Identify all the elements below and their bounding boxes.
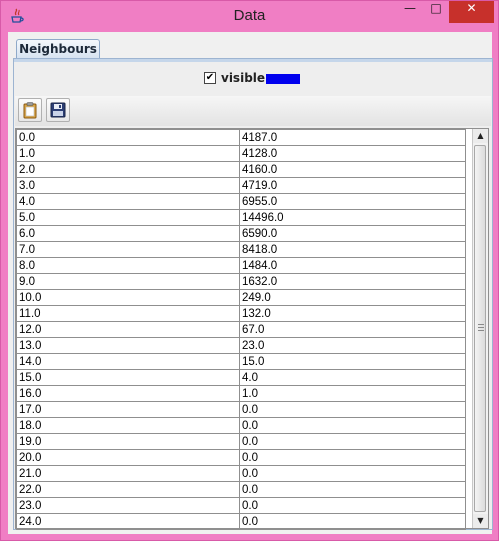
index-cell[interactable]: 7.0 [16, 241, 240, 258]
scroll-up-arrow[interactable]: ▲ [473, 129, 488, 143]
index-cell[interactable]: 0.0 [16, 129, 240, 146]
index-cell[interactable]: 21.0 [16, 465, 240, 482]
table-row[interactable]: 10.0 249.0 [16, 289, 466, 306]
value-cell[interactable]: 0.0 [239, 433, 466, 450]
maximize-button[interactable]: □ [423, 1, 449, 23]
table-row[interactable]: 0.0 4187.0 [16, 129, 466, 146]
clipboard-icon [23, 102, 37, 119]
table-row[interactable]: 15.0 4.0 [16, 369, 466, 386]
table-row[interactable]: 18.0 0.0 [16, 417, 466, 434]
value-cell[interactable]: 23.0 [239, 337, 466, 354]
neighbours-panel: ✔ visible 0.0 4187.0 1.0 4128.0 2.0 4160… [13, 58, 493, 530]
index-cell[interactable]: 4.0 [16, 193, 240, 210]
value-cell[interactable]: 14496.0 [239, 209, 466, 226]
value-cell[interactable]: 4.0 [239, 369, 466, 386]
index-cell[interactable]: 15.0 [16, 369, 240, 386]
save-button[interactable] [46, 98, 70, 122]
value-cell[interactable]: 1632.0 [239, 273, 466, 290]
value-cell[interactable]: 15.0 [239, 353, 466, 370]
table-row[interactable]: 9.0 1632.0 [16, 273, 466, 290]
value-cell[interactable]: 132.0 [239, 305, 466, 322]
scroll-thumb[interactable] [474, 145, 486, 512]
index-cell[interactable]: 20.0 [16, 449, 240, 466]
table-row[interactable]: 13.0 23.0 [16, 337, 466, 354]
value-cell[interactable]: 67.0 [239, 321, 466, 338]
table-row[interactable]: 17.0 0.0 [16, 401, 466, 418]
table-row[interactable]: 5.0 14496.0 [16, 209, 466, 226]
value-cell[interactable]: 0.0 [239, 497, 466, 514]
index-cell[interactable]: 17.0 [16, 401, 240, 418]
table-row[interactable]: 4.0 6955.0 [16, 193, 466, 210]
scroll-grip-icon [478, 324, 484, 331]
value-cell[interactable]: 6955.0 [239, 193, 466, 210]
index-cell[interactable]: 12.0 [16, 321, 240, 338]
table-row[interactable]: 7.0 8418.0 [16, 241, 466, 258]
index-cell[interactable]: 9.0 [16, 273, 240, 290]
index-cell[interactable]: 6.0 [16, 225, 240, 242]
value-cell[interactable]: 0.0 [239, 401, 466, 418]
table-row[interactable]: 12.0 67.0 [16, 321, 466, 338]
index-cell[interactable]: 3.0 [16, 177, 240, 194]
table-row[interactable]: 11.0 132.0 [16, 305, 466, 322]
index-cell[interactable]: 13.0 [16, 337, 240, 354]
paste-button[interactable] [18, 98, 42, 122]
minimize-button[interactable]: — [397, 1, 423, 23]
color-swatch[interactable] [266, 74, 300, 84]
close-button[interactable]: ✕ [449, 1, 494, 23]
value-cell[interactable]: 4187.0 [239, 129, 466, 146]
index-cell[interactable]: 10.0 [16, 289, 240, 306]
index-cell[interactable]: 16.0 [16, 385, 240, 402]
index-cell[interactable]: 11.0 [16, 305, 240, 322]
table-row[interactable]: 23.0 0.0 [16, 497, 466, 514]
index-cell[interactable]: 8.0 [16, 257, 240, 274]
value-cell[interactable]: 1484.0 [239, 257, 466, 274]
index-cell[interactable]: 24.0 [16, 513, 240, 530]
index-cell[interactable]: 5.0 [16, 209, 240, 226]
table-row[interactable]: 8.0 1484.0 [16, 257, 466, 274]
table-row[interactable]: 20.0 0.0 [16, 449, 466, 466]
table-row[interactable]: 19.0 0.0 [16, 433, 466, 450]
data-window: Data — □ ✕ Neighbours ✔ visible 0.0 4187… [0, 0, 499, 541]
vertical-scrollbar[interactable]: ▲ ▼ [472, 129, 488, 528]
value-cell[interactable]: 8418.0 [239, 241, 466, 258]
scroll-down-arrow[interactable]: ▼ [473, 514, 488, 528]
window-content: Neighbours ✔ visible 0.0 4187.0 1.0 4128… [8, 32, 493, 534]
table-row[interactable]: 3.0 4719.0 [16, 177, 466, 194]
value-cell[interactable]: 0.0 [239, 417, 466, 434]
title-bar[interactable]: Data — □ ✕ [1, 1, 498, 32]
table-row[interactable]: 24.0 0.0 [16, 513, 466, 530]
value-cell[interactable]: 4128.0 [239, 145, 466, 162]
index-cell[interactable]: 22.0 [16, 481, 240, 498]
tab-neighbours[interactable]: Neighbours [16, 39, 100, 58]
index-cell[interactable]: 1.0 [16, 145, 240, 162]
value-cell[interactable]: 4160.0 [239, 161, 466, 178]
table-row[interactable]: 22.0 0.0 [16, 481, 466, 498]
table-row[interactable]: 14.0 15.0 [16, 353, 466, 370]
index-cell[interactable]: 18.0 [16, 417, 240, 434]
table-row[interactable]: 6.0 6590.0 [16, 225, 466, 242]
value-cell[interactable]: 4719.0 [239, 177, 466, 194]
index-cell[interactable]: 19.0 [16, 433, 240, 450]
index-cell[interactable]: 23.0 [16, 497, 240, 514]
visible-label[interactable]: visible [221, 71, 265, 85]
value-cell[interactable]: 249.0 [239, 289, 466, 306]
value-cell[interactable]: 0.0 [239, 481, 466, 498]
table-row[interactable]: 16.0 1.0 [16, 385, 466, 402]
value-cell[interactable]: 6590.0 [239, 225, 466, 242]
data-table: 0.0 4187.0 1.0 4128.0 2.0 4160.0 3.0 4719.0 4.0 6… [16, 129, 466, 530]
data-table-container: 0.0 4187.0 1.0 4128.0 2.0 4160.0 3.0 4719.0 4.0 6… [15, 128, 489, 530]
value-cell[interactable]: 0.0 [239, 513, 466, 530]
toolbar [15, 96, 491, 126]
table-row[interactable]: 2.0 4160.0 [16, 161, 466, 178]
index-cell[interactable]: 2.0 [16, 161, 240, 178]
value-cell[interactable]: 1.0 [239, 385, 466, 402]
index-cell[interactable]: 14.0 [16, 353, 240, 370]
table-row[interactable]: 21.0 0.0 [16, 465, 466, 482]
save-disk-icon [50, 102, 66, 118]
visible-checkbox[interactable]: ✔ [204, 72, 216, 84]
value-cell[interactable]: 0.0 [239, 449, 466, 466]
value-cell[interactable]: 0.0 [239, 465, 466, 482]
table-row[interactable]: 1.0 4128.0 [16, 145, 466, 162]
